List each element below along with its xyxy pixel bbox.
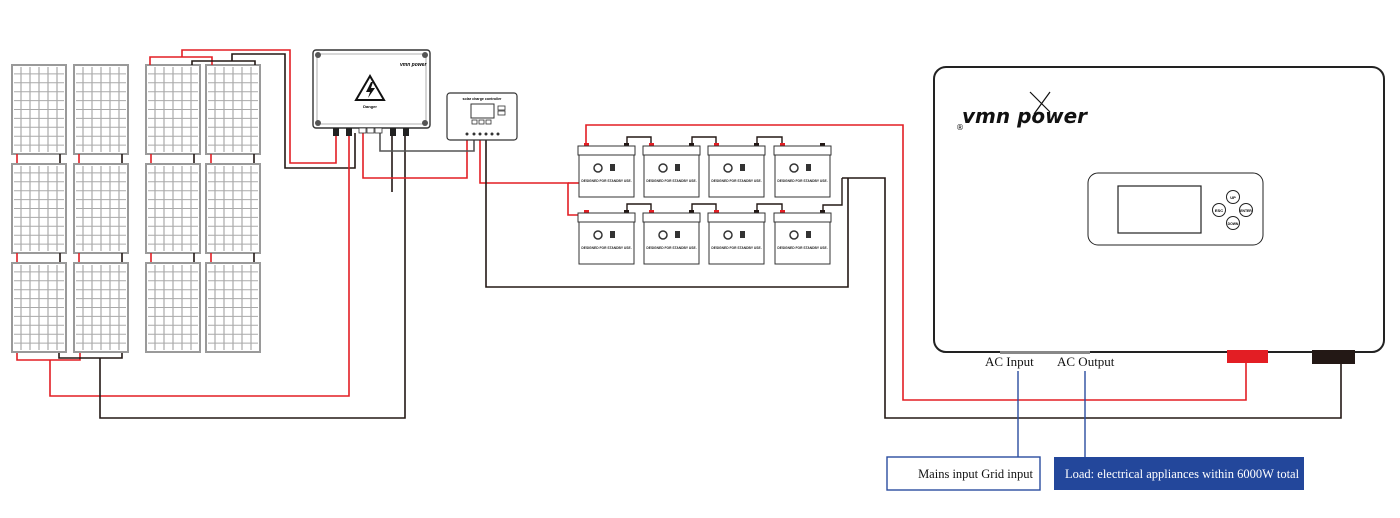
svg-text:®: ® [956, 123, 964, 132]
bin-icon [806, 231, 811, 238]
battery-label: DESIGNED FOR STANDBY USE. [646, 179, 696, 183]
solar-panel-icon [205, 262, 261, 353]
svg-text:Mains input Grid input: Mains input Grid input [918, 467, 1033, 481]
battery-link-wire [691, 136, 717, 143]
solar-panel-icon [145, 64, 201, 155]
battery-link-wire [691, 203, 717, 210]
battery-label: DESIGNED FOR STANDBY USE. [711, 246, 761, 250]
positive-terminal [1227, 350, 1268, 363]
combiner-box: Danger vmn power [312, 49, 431, 136]
battery: DESIGNED FOR STANDBY USE. [773, 210, 832, 265]
bin-icon [806, 164, 811, 171]
charge-controller: solar charge controller [446, 92, 518, 141]
bin-icon [675, 231, 680, 238]
svg-text:UP: UP [1230, 195, 1236, 200]
battery-link-wire [626, 203, 652, 210]
solar-panel-icon [11, 64, 67, 155]
ac-output-label: AC Output [1057, 354, 1115, 369]
battery: DESIGNED FOR STANDBY USE. [642, 210, 701, 265]
battery: DESIGNED FOR STANDBY USE. [577, 210, 636, 265]
svg-text:DOWN: DOWN [1228, 222, 1239, 226]
battery-label: DESIGNED FOR STANDBY USE. [581, 246, 631, 250]
combiner-terminals [333, 127, 409, 136]
esc-button[interactable]: ESC [1212, 203, 1226, 217]
battery: DESIGNED FOR STANDBY USE. [642, 143, 701, 198]
battery: DESIGNED FOR STANDBY USE. [577, 143, 636, 198]
inverter: vmn power ® UP ESC ENTER DOWN [933, 66, 1385, 364]
battery-label: DESIGNED FOR STANDBY USE. [581, 179, 631, 183]
battery-label: DESIGNED FOR STANDBY USE. [711, 179, 761, 183]
battery-label: DESIGNED FOR STANDBY USE. [777, 179, 827, 183]
solar-array [11, 64, 261, 353]
negative-terminal [1312, 350, 1355, 364]
battery-link-wire [626, 136, 652, 143]
battery-label: DESIGNED FOR STANDBY USE. [777, 246, 827, 250]
lcd-screen [1117, 185, 1202, 234]
svg-text:ENTER: ENTER [1240, 209, 1252, 213]
battery: DESIGNED FOR STANDBY USE. [773, 143, 832, 198]
bin-icon [740, 164, 745, 171]
controller-screen [470, 103, 495, 119]
battery-link-wire [756, 203, 783, 210]
solar-panel-icon [205, 64, 261, 155]
solar-panel-icon [145, 262, 201, 353]
battery: DESIGNED FOR STANDBY USE. [707, 143, 766, 198]
controller-title: solar charge controller [463, 97, 503, 101]
solar-panel-icon [205, 163, 261, 254]
battery: DESIGNED FOR STANDBY USE. [707, 210, 766, 265]
solar-system-wiring-diagram: DESIGNED FOR STANDBY USE. DESIGNED FOR ST… [11, 49, 1385, 491]
solar-panel-icon [73, 64, 129, 155]
bin-icon [610, 164, 615, 171]
solar-panel-icon [73, 262, 129, 353]
solar-panel-icon [11, 163, 67, 254]
bin-icon [610, 231, 615, 238]
svg-text:Load: electrical appliances wi: Load: electrical appliances within 6000W… [1065, 467, 1300, 481]
up-button[interactable]: UP [1226, 190, 1240, 204]
bin-icon [740, 231, 745, 238]
battery-label: DESIGNED FOR STANDBY USE. [646, 246, 696, 250]
ac-input-label: AC Input [985, 354, 1034, 369]
mains-input-callout: Mains input Grid input [886, 456, 1041, 491]
positive-wire [479, 140, 580, 216]
solar-panel-icon [73, 163, 129, 254]
battery-link-wire [756, 136, 783, 143]
svg-text:vmn power: vmn power [962, 104, 1088, 128]
negative-wire [58, 353, 123, 359]
solar-panel-icon [145, 163, 201, 254]
svg-text:ESC: ESC [1215, 208, 1223, 213]
brand-logo: vmn power [400, 62, 427, 68]
down-button[interactable]: DOWN [1226, 216, 1240, 230]
enter-button[interactable]: ENTER [1239, 203, 1253, 217]
solar-panel-icon [11, 262, 67, 353]
warning-label: Danger [363, 104, 377, 109]
positive-wire [16, 353, 81, 361]
load-callout: Load: electrical appliances within 6000W… [1054, 457, 1304, 490]
bin-icon [675, 164, 680, 171]
